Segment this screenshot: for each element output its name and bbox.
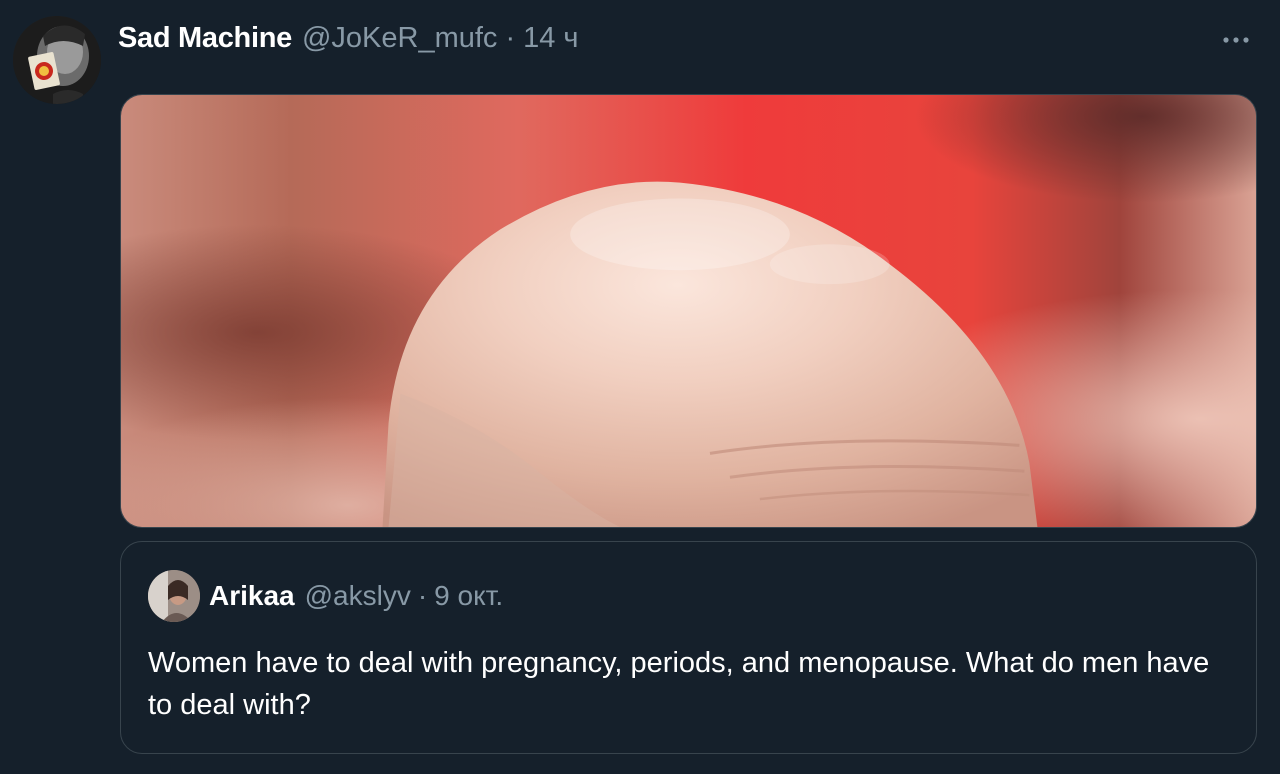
avatar[interactable] xyxy=(13,16,101,104)
separator: · xyxy=(505,22,516,54)
tweet[interactable]: Sad Machine @JoKeR_mufc · 14 ч Arikaa @a… xyxy=(0,0,1280,774)
quote-separator: · xyxy=(417,580,428,611)
timestamp[interactable]: 14 ч xyxy=(523,22,578,55)
quote-header: Arikaa @akslyv · 9 окт. xyxy=(209,580,503,612)
user-handle[interactable]: @JoKeR_mufc xyxy=(302,22,497,55)
quote-text: Women have to deal with pregnancy, perio… xyxy=(148,647,1210,721)
more-button[interactable] xyxy=(1218,22,1254,58)
display-name[interactable]: Sad Machine xyxy=(118,22,292,55)
avatar-image xyxy=(13,16,101,104)
media-photo[interactable] xyxy=(120,94,1257,528)
quote-display-name[interactable]: Arikaa xyxy=(209,580,295,612)
bald-head-photo xyxy=(121,95,1256,527)
quote-avatar-image xyxy=(148,570,200,622)
quote-user-handle[interactable]: @akslyv xyxy=(305,580,411,612)
tweet-header: Sad Machine @JoKeR_mufc · 14 ч xyxy=(118,22,579,62)
quote-avatar[interactable] xyxy=(148,570,200,622)
more-horizontal-icon xyxy=(1223,37,1249,43)
quoted-tweet[interactable]: Arikaa @akslyv · 9 окт. Women have to de… xyxy=(120,541,1257,754)
quote-timestamp[interactable]: 9 окт. xyxy=(434,580,503,612)
